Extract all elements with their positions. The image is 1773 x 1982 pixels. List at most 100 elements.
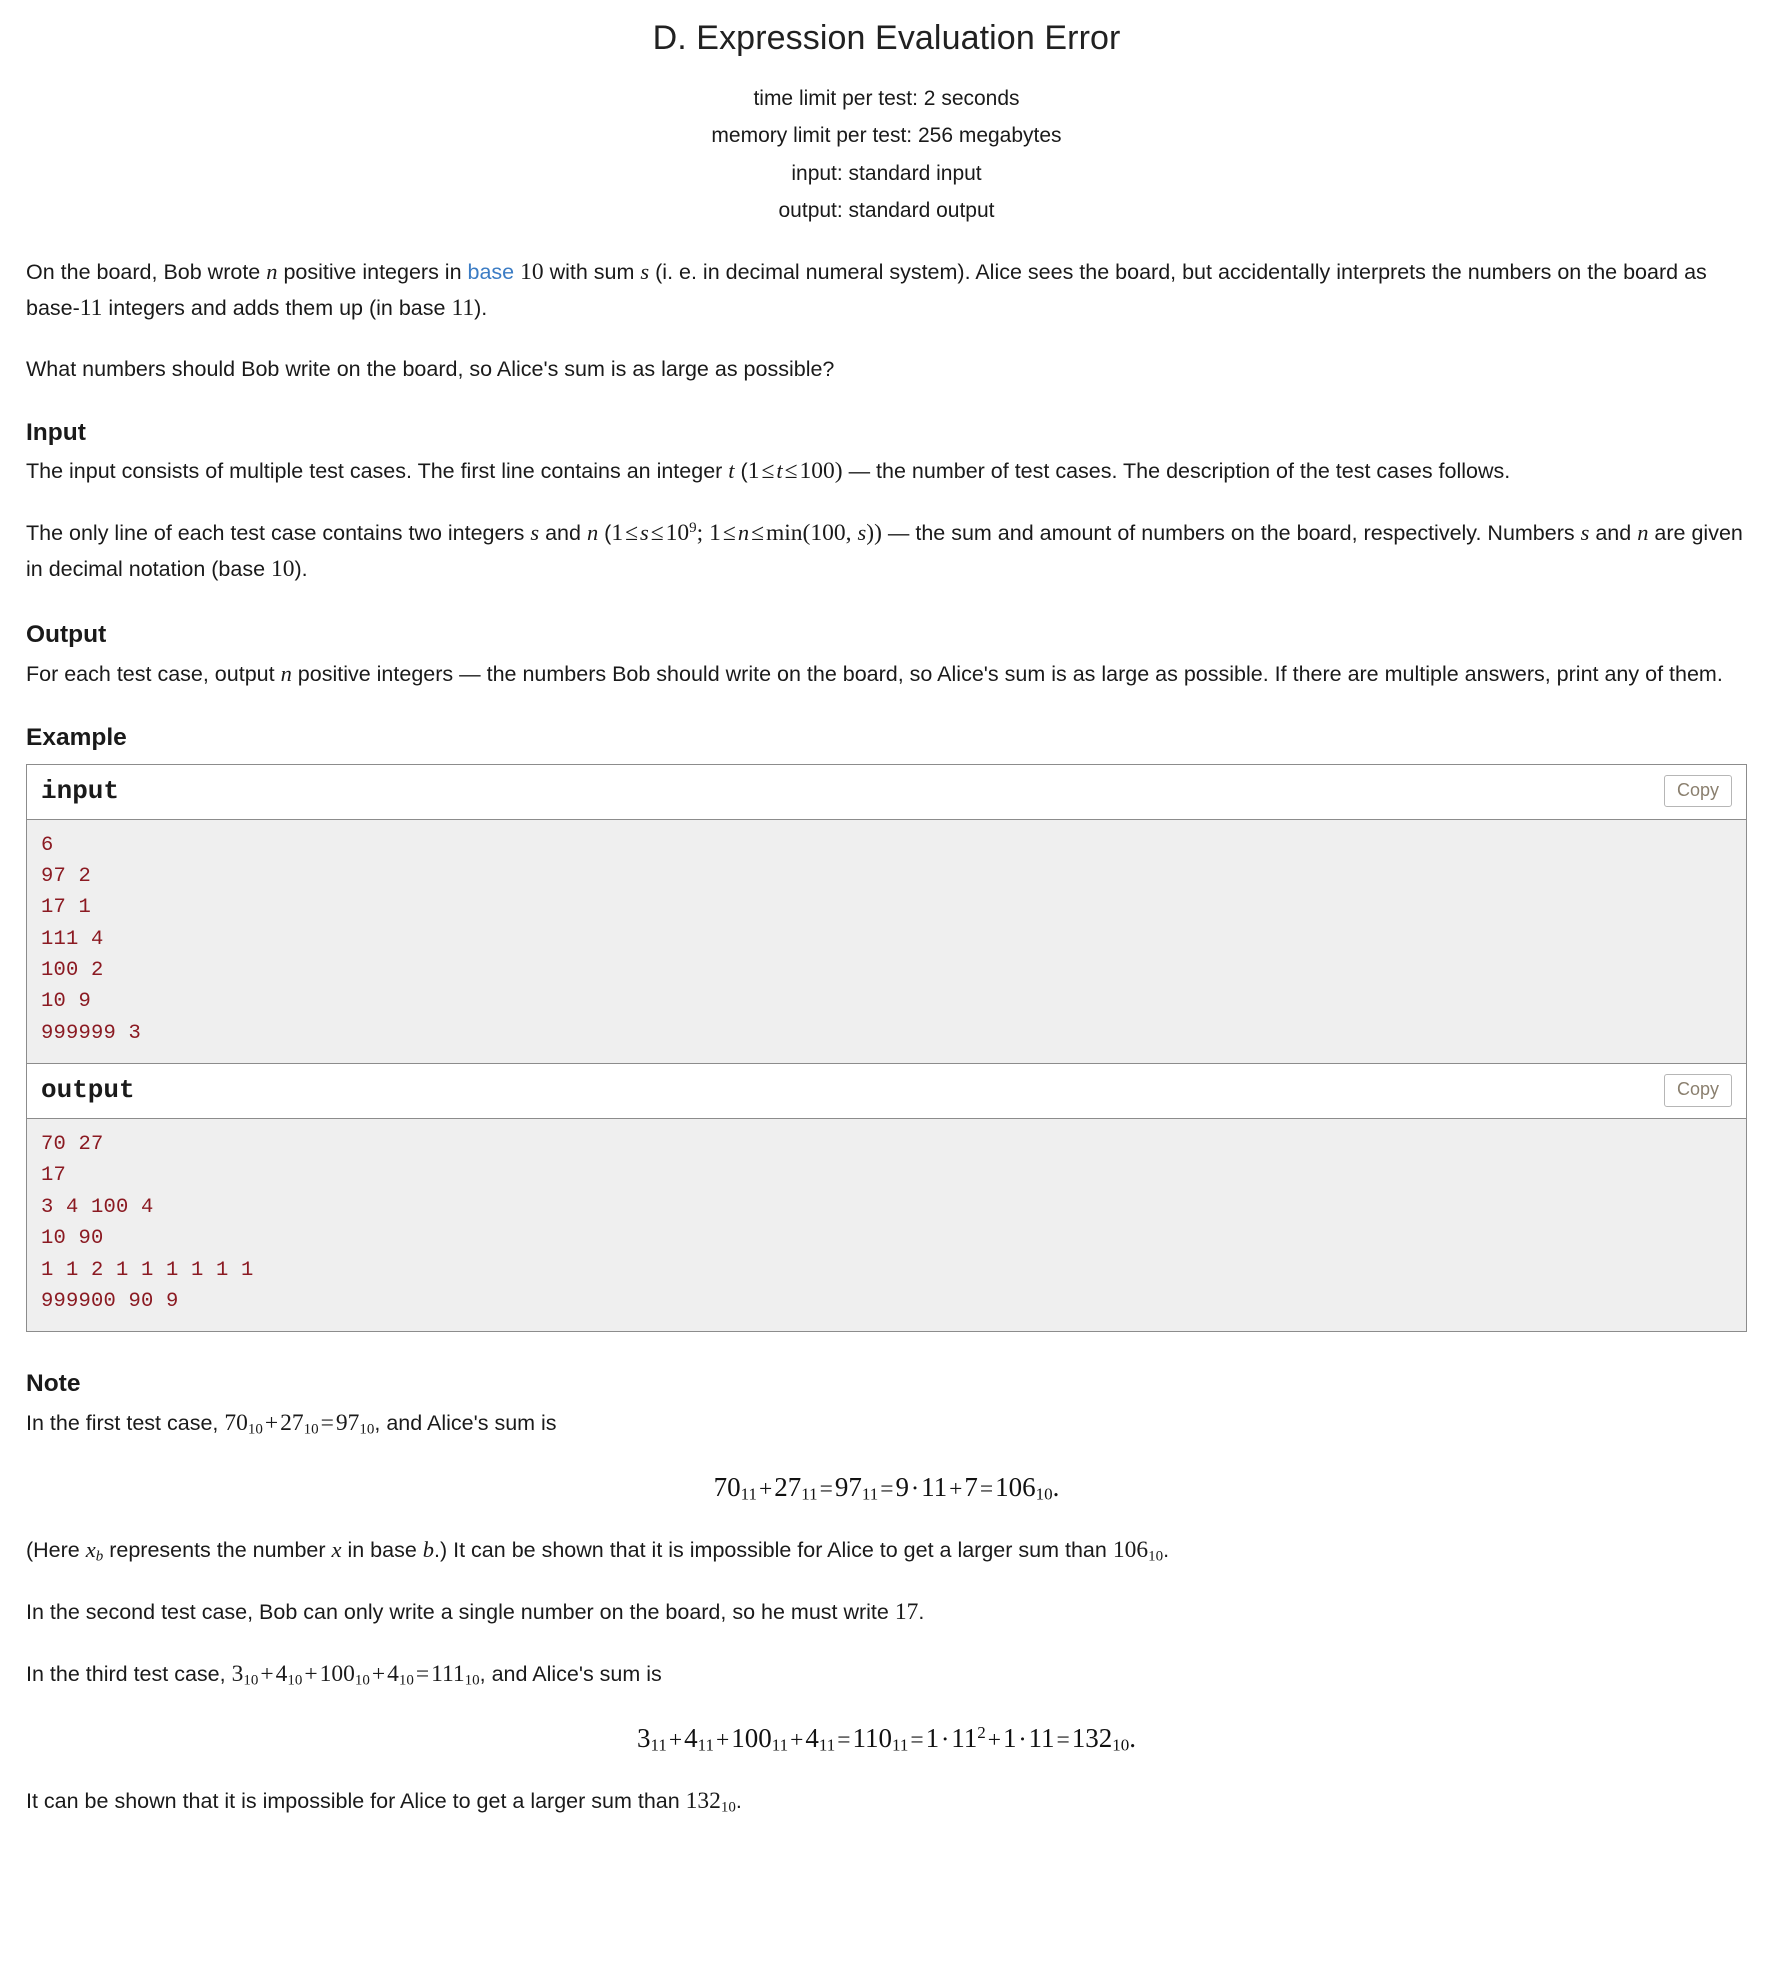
input-data[interactable]: 6 97 2 17 1 111 4 100 2 10 9 999999 3	[41, 830, 1732, 1050]
math-equals: =	[415, 1661, 430, 1688]
math-n3: n	[1637, 520, 1649, 546]
text-fragment: In the first test case,	[26, 1410, 225, 1435]
math-plus1: +	[260, 1661, 274, 1688]
text-fragment: , and Alice's sum is	[479, 1662, 662, 1687]
problem-limits: time limit per test: 2 seconds memory li…	[26, 80, 1747, 229]
text-fragment: .) It can be shown that it is impossible…	[434, 1538, 1113, 1563]
statement-paragraph-1: On the board, Bob wrote n positive integ…	[26, 255, 1747, 327]
eq2-11b: 11	[1028, 1722, 1055, 1753]
text-fragment: .	[735, 1789, 742, 1814]
math-97: 97	[335, 1409, 360, 1436]
text-fragment: , and Alice's sum is	[374, 1410, 557, 1435]
text-fragment: positive integers — the numbers Bob shou…	[291, 661, 1723, 686]
math-plus3: +	[371, 1661, 386, 1688]
note-heading: Note	[26, 1370, 81, 1398]
math-paren-close: )	[866, 520, 875, 547]
math-exponent-9: 9	[689, 520, 697, 537]
text-fragment: (	[598, 521, 612, 546]
eq2-100: 100	[731, 1722, 772, 1753]
display-equation-2: 311+411+10011+411=11011=1⋅112+1⋅11=13210…	[26, 1719, 1747, 1758]
math-s: s	[640, 258, 650, 284]
eq1-9: 9	[895, 1471, 910, 1502]
eq2-equals2: =	[910, 1726, 924, 1753]
math-n: n	[280, 660, 292, 686]
eq1-equals3: =	[979, 1475, 994, 1502]
math-3-sub: 10	[243, 1672, 259, 1689]
math-4-sub: 10	[287, 1672, 303, 1689]
math-n2: n	[737, 520, 750, 546]
text-fragment: The input consists of multiple test case…	[26, 459, 729, 484]
copy-input-button[interactable]: Copy	[1663, 774, 1732, 808]
eq1-11: 11	[921, 1471, 948, 1502]
input-header: input Copy	[27, 764, 1746, 820]
text-fragment: and	[539, 521, 587, 546]
sample-block-input: input Copy 6 97 2 17 1 111 4 100 2 10 9 …	[27, 764, 1746, 1065]
text-fragment: In the third test case,	[26, 1662, 232, 1687]
eq2-exponent-2: 2	[977, 1723, 986, 1743]
input-spec: input: standard input	[791, 161, 982, 185]
math-semicolon: ;	[696, 520, 704, 547]
math-27: 27	[280, 1409, 304, 1436]
eq2-132: 132	[1071, 1722, 1113, 1753]
output-header: output Copy	[27, 1064, 1746, 1120]
eq1-70: 70	[713, 1471, 741, 1502]
input-paragraph-2: The only line of each test case contains…	[26, 516, 1747, 588]
copy-output-button[interactable]: Copy	[1663, 1074, 1732, 1107]
memory-limit: memory limit per test: 256 megabytes	[711, 124, 1062, 148]
text-fragment: In the second test case, Bob can only wr…	[26, 1600, 895, 1625]
text-fragment: represents the number	[103, 1538, 332, 1563]
eq1-70-sub: 11	[740, 1484, 757, 1504]
output-spec: output: standard output	[778, 198, 995, 222]
eq1-equals2: =	[880, 1475, 894, 1502]
math-n: n	[586, 520, 599, 546]
note-paragraph-1: In the first test case, 7010+2710=9710, …	[26, 1406, 1747, 1442]
text-fragment: — the number of test cases. The descript…	[842, 459, 1511, 484]
math-100: 100	[799, 458, 835, 485]
output-data[interactable]: 70 27 17 3 4 100 4 10 90 1 1 2 1 1 1 1 1…	[41, 1129, 1732, 1317]
text-fragment: integers and adds them up (in base	[102, 295, 452, 320]
text-fragment: On the board, Bob wrote	[26, 259, 267, 284]
text-fragment: (	[734, 459, 748, 484]
math-1: 1	[611, 520, 624, 547]
eq2-4: 4	[684, 1722, 698, 1753]
math-3: 3	[231, 1661, 244, 1688]
math-t2: t	[776, 458, 783, 484]
text-fragment: ).	[294, 557, 308, 582]
math-comma: ,	[845, 520, 852, 547]
text-fragment: in base	[341, 1538, 423, 1563]
note-paragraph-5: It can be shown that it is impossible fo…	[26, 1784, 1747, 1820]
eq1-equals1: =	[819, 1475, 833, 1502]
input-data-body: 6 97 2 17 1 111 4 100 2 10 9 999999 3	[27, 819, 1746, 1065]
math-s: s	[530, 520, 540, 546]
math-x: x	[85, 1537, 96, 1563]
math-sub-10: 10	[247, 1421, 263, 1438]
sample-block-output: output Copy 70 27 17 3 4 100 4 10 90 1 1…	[27, 1064, 1746, 1332]
eq2-plus2: +	[715, 1726, 730, 1753]
math-70: 70	[224, 1409, 248, 1436]
math-plus2: +	[304, 1661, 318, 1688]
math-132-sub: 10	[720, 1799, 736, 1816]
eq2-3: 3	[636, 1722, 651, 1753]
output-heading: Output	[26, 621, 107, 649]
input-title: input	[41, 775, 120, 806]
eq2-one2: 1	[1002, 1722, 1017, 1753]
math-b: b	[422, 1537, 435, 1563]
text-fragment: .	[1163, 1538, 1170, 1563]
math-le2: ≤	[784, 458, 798, 485]
eq1-plus2: +	[949, 1475, 963, 1502]
eq2-period: .	[1129, 1722, 1137, 1753]
text-fragment: .	[918, 1600, 925, 1625]
math-le2: ≤	[650, 520, 664, 547]
input-heading: Input	[26, 418, 86, 446]
eq1-106: 106	[995, 1471, 1036, 1502]
math-le4: ≤	[751, 520, 764, 547]
eq2-110-sub: 11	[892, 1735, 909, 1755]
eq2-cdot2: ⋅	[1018, 1726, 1027, 1753]
eq2-one: 1	[925, 1722, 940, 1753]
base-link[interactable]: base	[468, 260, 515, 284]
input-paragraph-1: The input consists of multiple test case…	[26, 454, 1747, 490]
text-fragment: positive integers in	[277, 259, 468, 284]
math-106: 106	[1112, 1537, 1149, 1564]
eq1-106-sub: 10	[1035, 1484, 1053, 1504]
eq1-27: 27	[774, 1471, 802, 1502]
